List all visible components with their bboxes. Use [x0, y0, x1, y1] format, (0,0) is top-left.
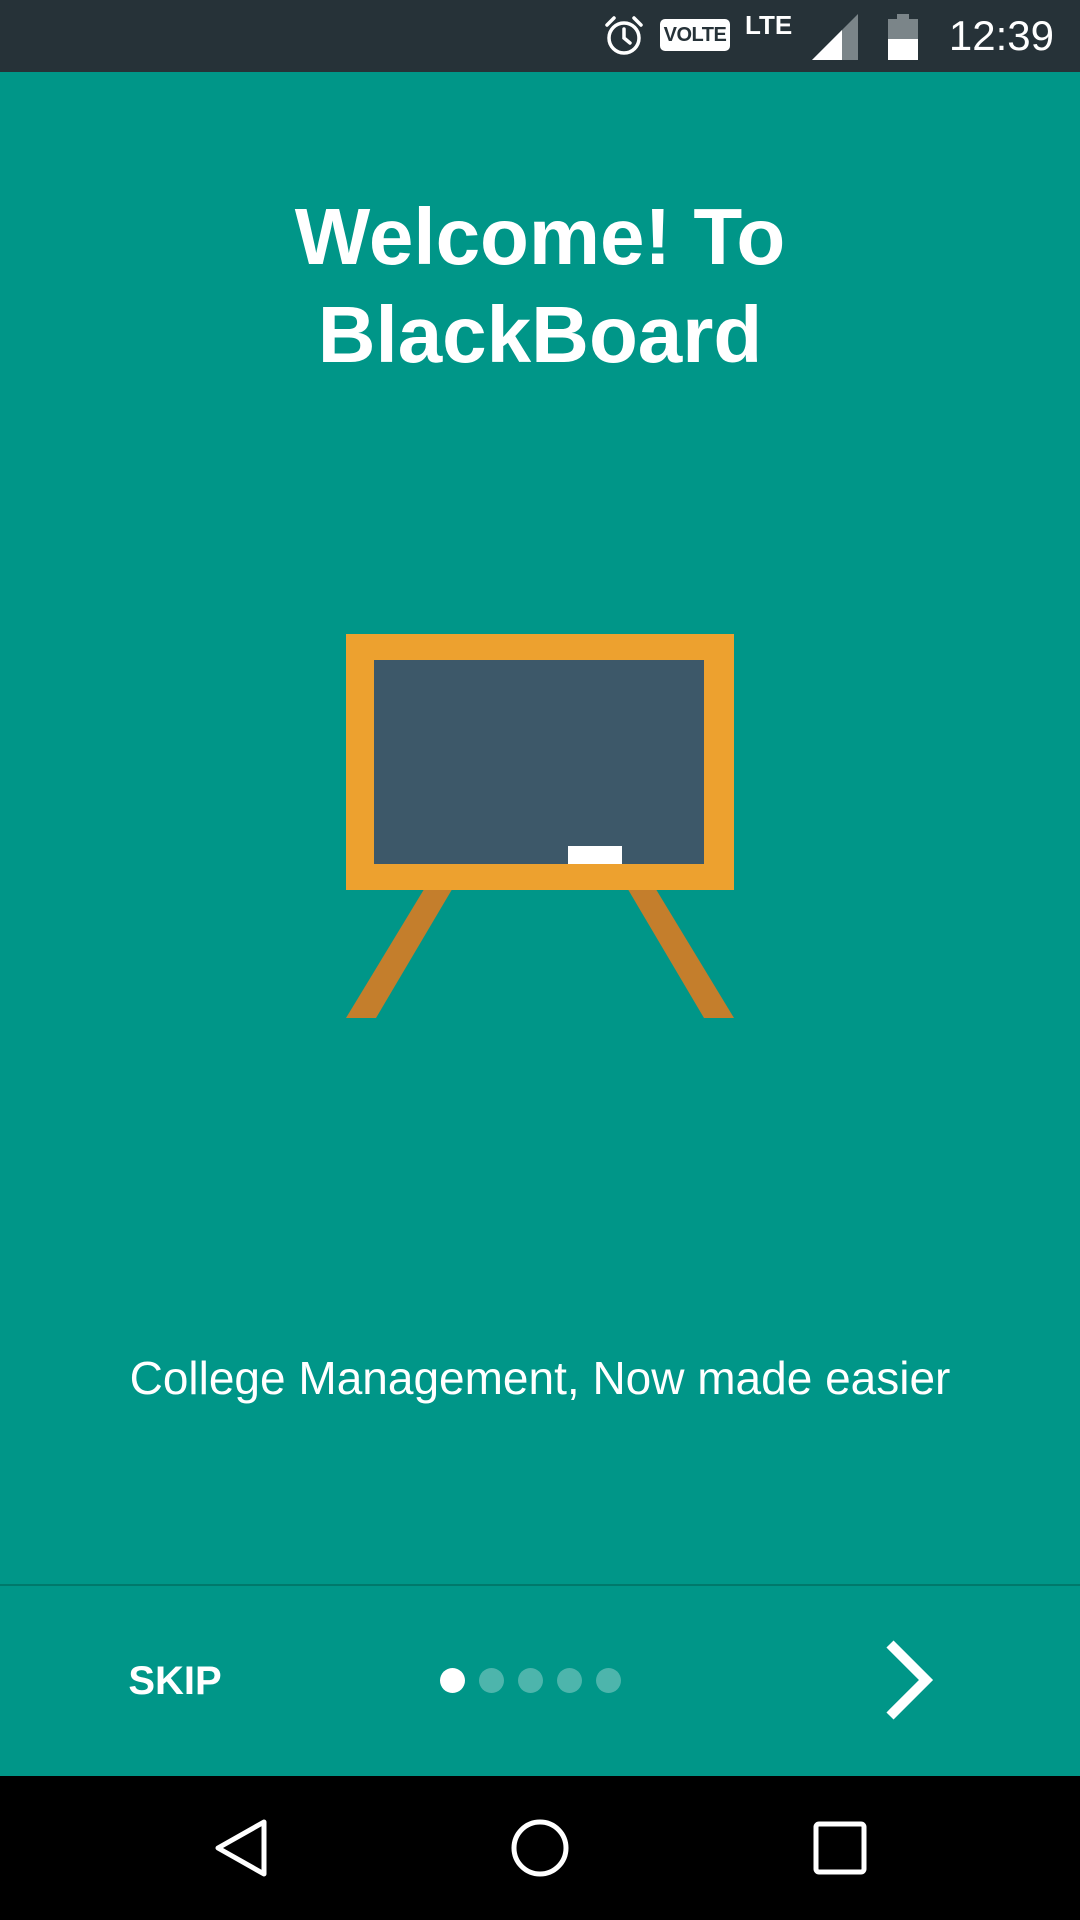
- navigation-bar: [0, 1776, 1080, 1920]
- network-type-label: LTE: [745, 10, 793, 40]
- easel-left-leg: [346, 886, 454, 1018]
- page-dot-3: [518, 1667, 543, 1693]
- page-dot-1: [440, 1667, 465, 1693]
- next-button[interactable]: [870, 1640, 950, 1720]
- welcome-title: Welcome! To BlackBoard: [0, 188, 1080, 384]
- welcome-subtitle: College Management, Now made easier: [129, 1352, 951, 1404]
- onboarding-screen: VOLTE LTE 12:39 Welcome! To BlackBoard C…: [0, 0, 1080, 1920]
- board-surface: [374, 660, 704, 864]
- home-icon[interactable]: [508, 1816, 572, 1880]
- back-icon[interactable]: [208, 1816, 272, 1880]
- page-dot-2: [479, 1667, 504, 1693]
- blackboard-easel-illustration: [346, 634, 734, 1018]
- page-dot-4: [557, 1667, 582, 1693]
- signal-icon: [812, 14, 858, 60]
- controls-divider: [0, 1584, 1080, 1586]
- recents-icon[interactable]: [808, 1816, 872, 1880]
- status-bar: VOLTE LTE 12:39: [0, 0, 1080, 72]
- welcome-title-line2: BlackBoard: [317, 290, 763, 379]
- chevron-right-icon: [886, 1640, 934, 1720]
- easel-right-leg: [626, 886, 734, 1018]
- alarm-icon: [605, 16, 643, 55]
- battery-icon: [888, 14, 918, 60]
- welcome-title-line1: Welcome! To: [294, 192, 786, 281]
- status-clock: 12:39: [948, 12, 1054, 59]
- chalk-piece: [568, 846, 622, 864]
- page-dot-5: [596, 1667, 621, 1693]
- volte-icon: VOLTE: [660, 19, 730, 51]
- page-indicator: [440, 1666, 621, 1694]
- skip-button[interactable]: SKIP: [110, 1650, 240, 1712]
